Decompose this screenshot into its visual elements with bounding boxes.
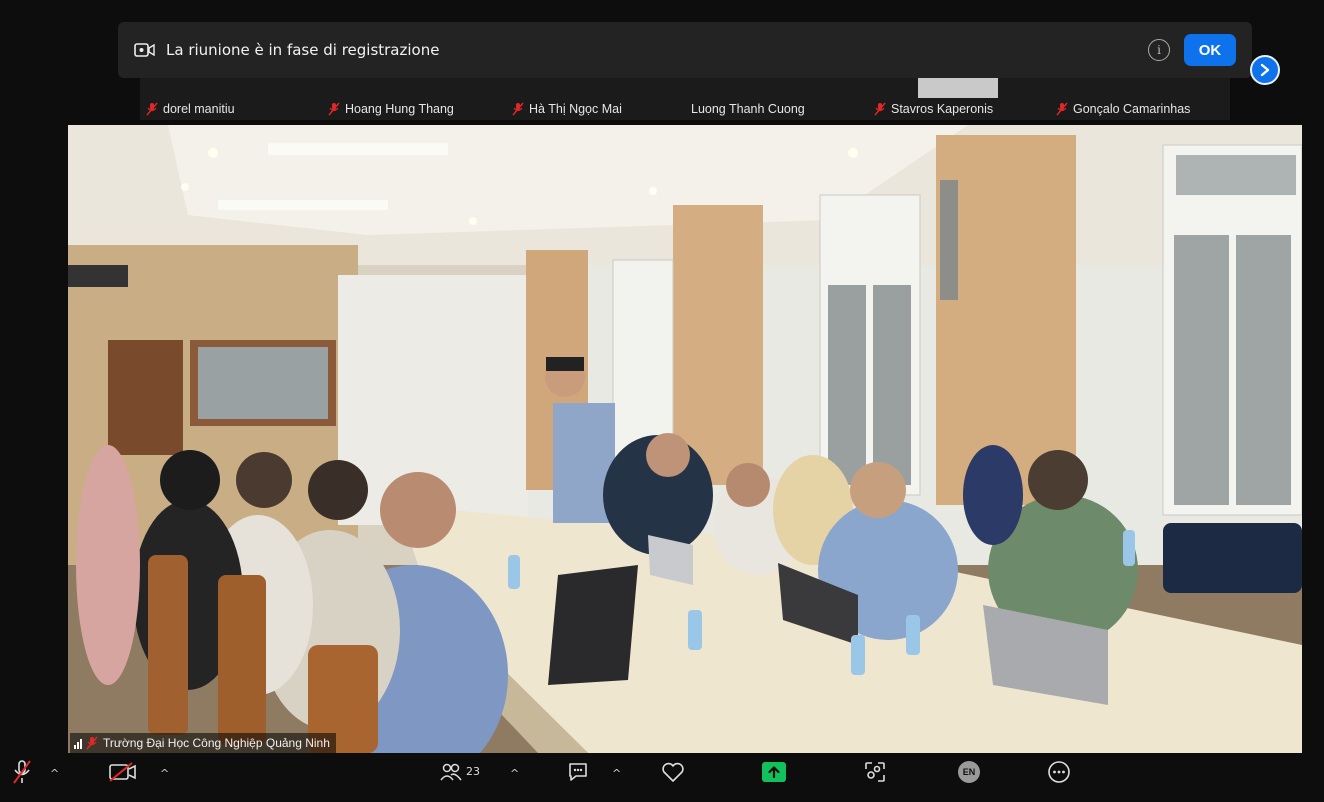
participant-count: 23 (466, 765, 480, 778)
participant-thumbnail (918, 78, 998, 98)
connection-signal-icon (74, 738, 82, 749)
share-screen-button[interactable] (760, 759, 788, 799)
mic-muted-icon (874, 102, 886, 116)
recording-message: La riunione è in fase di registrazione (166, 41, 440, 59)
participant-name: Hoang Hung Thang (345, 102, 454, 116)
ok-button[interactable]: OK (1184, 34, 1236, 66)
participant-name: Gonçalo Camarinhas (1073, 102, 1191, 116)
participant-tag[interactable]: Stavros Kaperonis (874, 98, 993, 120)
next-page-button[interactable] (1250, 55, 1280, 85)
more-icon (1048, 761, 1070, 783)
video-button[interactable] (106, 759, 140, 799)
mic-muted-icon (1056, 102, 1068, 116)
reactions-button[interactable] (660, 759, 686, 799)
participant-name-row: dorel manitiu Hoang Hung Thang Hà Thị Ng… (140, 98, 1230, 120)
participant-name: Stavros Kaperonis (891, 102, 994, 116)
participant-name: Hà Thị Ngọc Mai (529, 102, 622, 116)
share-screen-icon (762, 762, 786, 782)
more-button[interactable] (1046, 759, 1072, 799)
participants-button[interactable]: 23 (440, 759, 494, 799)
language-icon: EN (958, 761, 980, 783)
recording-banner: La riunione è in fase di registrazione i… (118, 22, 1252, 78)
participants-options-caret[interactable]: ^ (510, 767, 519, 780)
participant-name: Luong Thanh Cuong (691, 102, 805, 116)
participant-tag[interactable]: dorel manitiu (146, 98, 235, 120)
mic-muted-icon (512, 102, 524, 116)
active-speaker-video (68, 125, 1302, 753)
language-button[interactable]: EN (956, 759, 982, 799)
recording-icon (134, 43, 155, 57)
participant-tag[interactable]: Hà Thị Ngọc Mai (512, 98, 622, 120)
participant-tag[interactable]: Gonçalo Camarinhas (1056, 98, 1190, 120)
mic-muted-icon (146, 102, 158, 116)
info-icon[interactable]: i (1148, 39, 1170, 61)
camera-off-icon (109, 762, 136, 782)
chat-options-caret[interactable]: ^ (612, 767, 621, 780)
meeting-toolbar: ^ ^ 23 ^ ^ EN (0, 753, 1324, 802)
participant-tag[interactable]: Hoang Hung Thang (328, 98, 454, 120)
chat-button[interactable] (565, 759, 591, 799)
participant-tag[interactable]: Luong Thanh Cuong (691, 98, 805, 120)
chat-icon (569, 763, 587, 781)
audio-button[interactable] (8, 759, 36, 799)
participants-icon (440, 763, 462, 781)
active-speaker-label: Trường Đại Học Công Nghiệp Quảng Ninh (70, 733, 336, 753)
audio-options-caret[interactable]: ^ (50, 767, 59, 780)
conference-room-scene (68, 125, 1302, 753)
apps-icon (865, 762, 885, 782)
mic-muted-icon (13, 760, 31, 784)
mic-muted-icon (328, 102, 340, 116)
chevron-right-icon (1260, 63, 1270, 77)
participant-name: dorel manitiu (163, 102, 235, 116)
apps-button[interactable] (862, 759, 888, 799)
video-options-caret[interactable]: ^ (160, 767, 169, 780)
active-speaker-name: Trường Đại Học Công Nghiệp Quảng Ninh (103, 736, 330, 750)
heart-icon (662, 762, 684, 782)
mic-muted-icon (86, 736, 98, 750)
